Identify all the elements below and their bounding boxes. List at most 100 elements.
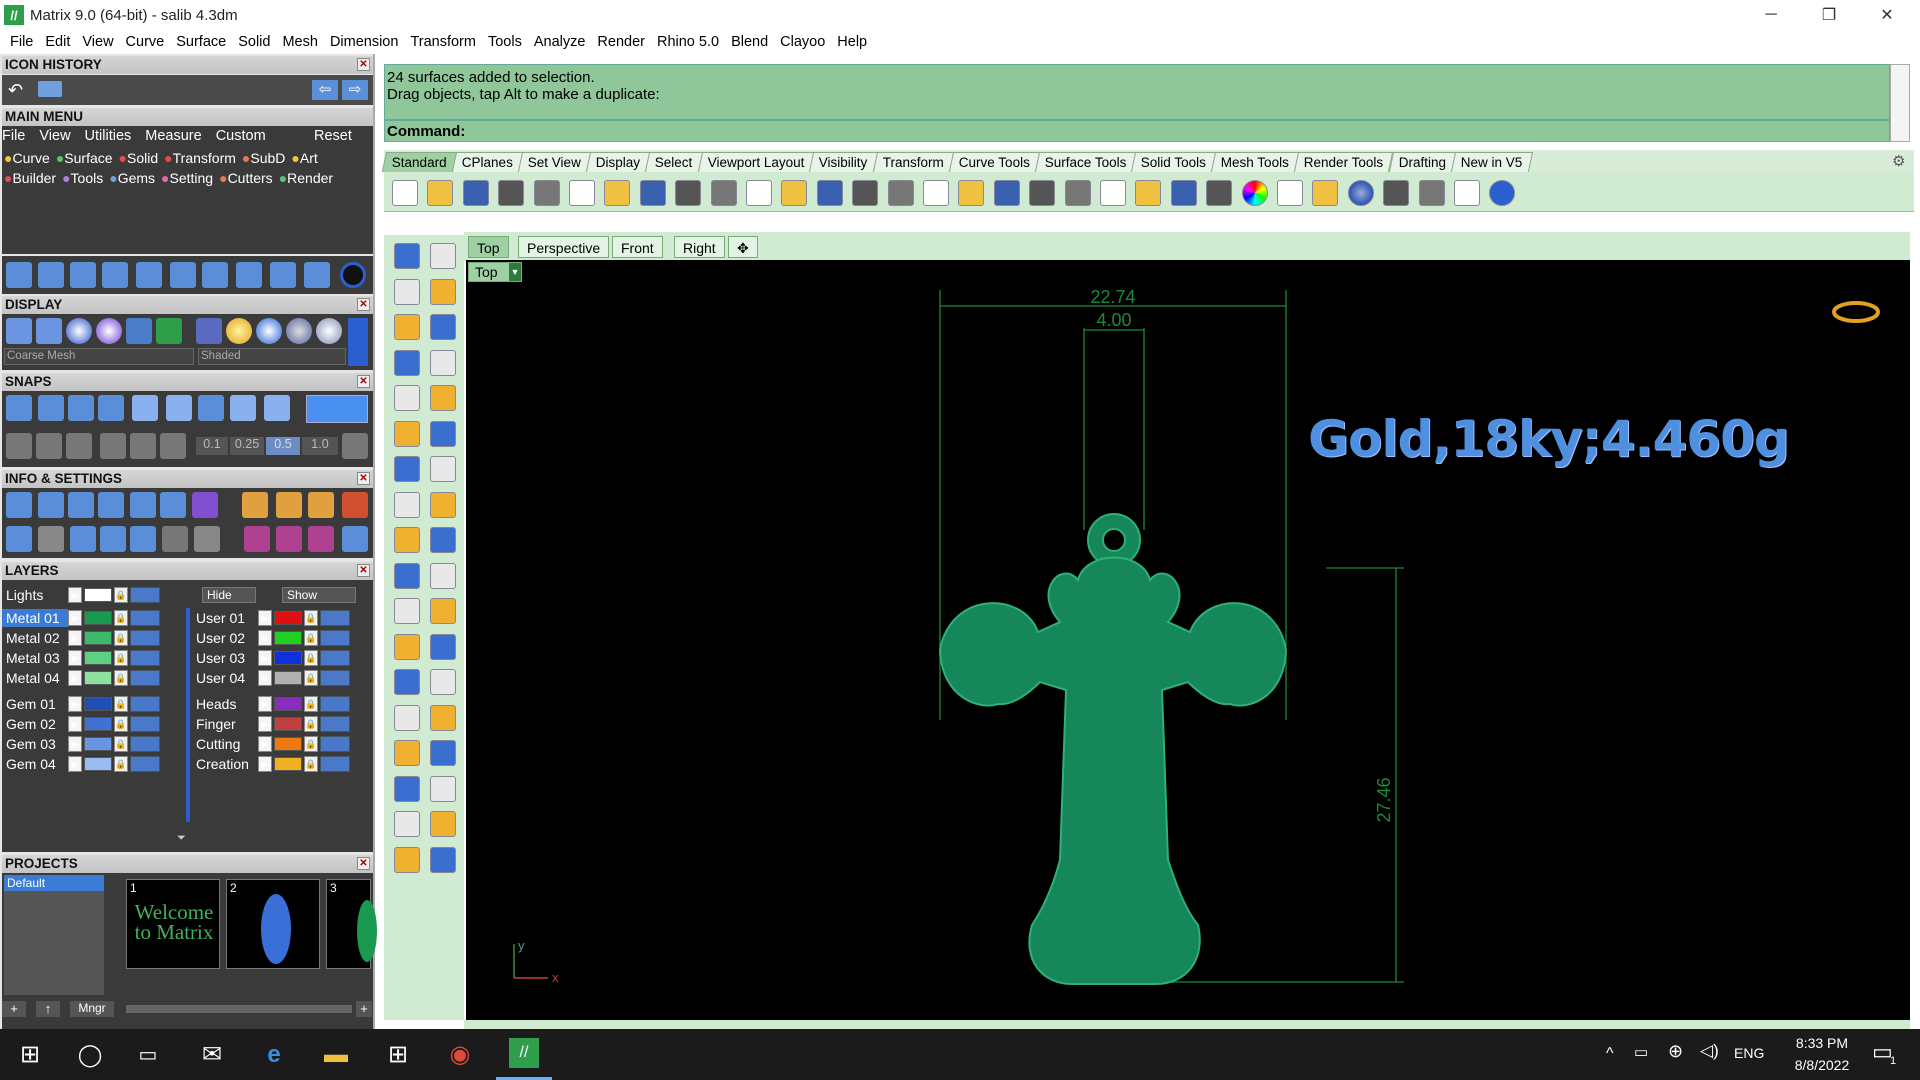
menu-mesh[interactable]: Mesh (276, 34, 323, 50)
info-icon-17[interactable] (162, 526, 188, 552)
menu-render[interactable]: Render (591, 34, 651, 50)
tool-icon-10[interactable] (304, 262, 330, 288)
layer-name[interactable]: Finger (192, 715, 258, 733)
menu-curve[interactable]: Curve (120, 34, 171, 50)
battery-icon[interactable]: ▭ (1634, 1043, 1648, 1061)
info-icon-8[interactable] (242, 492, 268, 518)
wireframe-icon[interactable] (6, 318, 32, 344)
white-sphere-icon[interactable] (316, 318, 342, 344)
search-icon[interactable]: ◯ (62, 1029, 118, 1080)
side-tool-3-1-icon[interactable] (430, 349, 456, 376)
mm-file[interactable]: File (2, 128, 25, 144)
mm-art[interactable]: ●Art (291, 150, 317, 166)
expand-icon[interactable]: ▶ (68, 735, 82, 752)
snap-near-icon[interactable] (38, 395, 64, 421)
minimize-button[interactable]: ─ (1742, 0, 1800, 30)
info-icon-3[interactable] (68, 492, 94, 518)
layer-toggle[interactable] (320, 609, 350, 626)
lock-icon[interactable]: 🔒 (114, 735, 128, 752)
expand-icon[interactable]: ▶ (258, 629, 272, 646)
side-tool-0-0-icon[interactable] (394, 243, 420, 269)
snap-cen-icon[interactable] (132, 395, 158, 421)
info-icon-11[interactable] (342, 492, 368, 518)
expand-icon[interactable]: ▶ (258, 695, 272, 712)
layer-toggle[interactable] (320, 649, 350, 666)
lock-icon[interactable]: 🔒 (304, 669, 318, 686)
color-wheel-icon[interactable] (1241, 180, 1268, 206)
layer-color-swatch[interactable] (274, 736, 302, 751)
snap-mid-icon[interactable] (98, 395, 124, 421)
expand-icon[interactable]: ▶ (68, 649, 82, 666)
help-icon[interactable] (1489, 180, 1516, 206)
layer-name[interactable]: Metal 04 (2, 669, 68, 687)
layer-color-swatch[interactable] (84, 756, 112, 771)
layer-toggle[interactable] (320, 669, 350, 686)
layer-name[interactable]: Gem 03 (2, 735, 68, 753)
menu-help[interactable]: Help (831, 34, 873, 50)
side-tool-17-0-icon[interactable] (394, 846, 420, 873)
info-icon-21[interactable] (308, 526, 334, 552)
zoom-window-icon[interactable] (816, 180, 843, 206)
layer-name[interactable]: Metal 02 (2, 629, 68, 647)
side-tool-8-1-icon[interactable] (430, 527, 456, 553)
lock-icon[interactable]: 🔒 (304, 735, 318, 752)
volume-icon[interactable]: ◁) (1700, 1041, 1719, 1061)
lock-icon[interactable]: 🔒 (304, 695, 318, 712)
mail-icon[interactable]: ✉ (184, 1029, 240, 1080)
menu-analyze[interactable]: Analyze (528, 34, 592, 50)
edge-icon[interactable]: e (246, 1029, 302, 1080)
tool-icon-8[interactable] (236, 262, 262, 288)
filter-icon[interactable] (130, 526, 156, 552)
clock-date[interactable]: 8/8/2022 (1780, 1057, 1864, 1073)
side-tool-4-1-icon[interactable] (430, 385, 456, 411)
network-icon[interactable]: ⊕ (1668, 1041, 1683, 1062)
mm-measure[interactable]: Measure (145, 128, 201, 144)
layer-toggle[interactable] (130, 735, 160, 752)
snap-icon-12[interactable] (36, 433, 62, 459)
tab-top[interactable]: Top (468, 236, 509, 258)
zoom-in-icon[interactable] (781, 180, 808, 206)
mm-custom[interactable]: Custom (216, 128, 266, 144)
add-viewport-icon[interactable]: ✥ (728, 236, 758, 258)
display-icon-6[interactable] (156, 318, 182, 344)
close-icon[interactable]: ✕ (357, 375, 370, 388)
mm-setting[interactable]: ●Setting (161, 170, 213, 186)
layer-name[interactable]: User 02 (192, 629, 258, 647)
menu-tools[interactable]: Tools (482, 34, 528, 50)
info-icon-4[interactable] (98, 492, 124, 518)
tab-right[interactable]: Right (674, 236, 725, 258)
manager-button[interactable]: Mngr (70, 1001, 114, 1017)
snap-value-0.25[interactable]: 0.25 (230, 437, 264, 455)
new-file-icon[interactable] (392, 180, 418, 206)
info-icon-22[interactable] (342, 526, 368, 552)
light-icon[interactable] (1135, 180, 1162, 206)
side-tool-0-1-icon[interactable] (430, 243, 456, 269)
mm-transform[interactable]: ●Transform (164, 150, 236, 166)
toolbar-tab-mesh-tools[interactable]: Mesh Tools (1211, 152, 1300, 172)
side-tool-12-0-icon[interactable] (394, 669, 420, 695)
show-button[interactable]: Show (282, 587, 356, 603)
snap-toggle[interactable] (306, 395, 368, 423)
layer-color-swatch[interactable] (84, 716, 112, 731)
language-indicator[interactable]: ENG (1734, 1045, 1764, 1061)
display-icon-5[interactable] (126, 318, 152, 344)
snap-value-0.5[interactable]: 0.5 (266, 437, 300, 455)
add-project-icon[interactable]: + (2, 1001, 26, 1017)
layer-name[interactable]: Creation (192, 755, 258, 773)
move-view-icon[interactable] (746, 180, 772, 206)
snap-perp-icon[interactable] (198, 395, 224, 421)
layer-toggle[interactable] (130, 695, 160, 712)
layer-color-swatch[interactable] (274, 630, 302, 645)
info-icon-13[interactable] (38, 526, 64, 552)
close-icon[interactable]: ✕ (357, 857, 370, 870)
menu-view[interactable]: View (76, 34, 119, 50)
side-tool-3-0-icon[interactable] (394, 349, 420, 376)
undo-icon[interactable]: ↶ (8, 80, 23, 101)
gear-icon[interactable]: ⚙ (1892, 152, 1910, 170)
side-tool-9-0-icon[interactable] (394, 562, 420, 589)
info-icon-7[interactable] (192, 492, 218, 518)
car-icon[interactable] (993, 180, 1020, 206)
circle-snap-icon[interactable] (1064, 180, 1091, 206)
settings-gear-icon[interactable] (6, 492, 32, 518)
tool-icon-6[interactable] (170, 262, 196, 288)
